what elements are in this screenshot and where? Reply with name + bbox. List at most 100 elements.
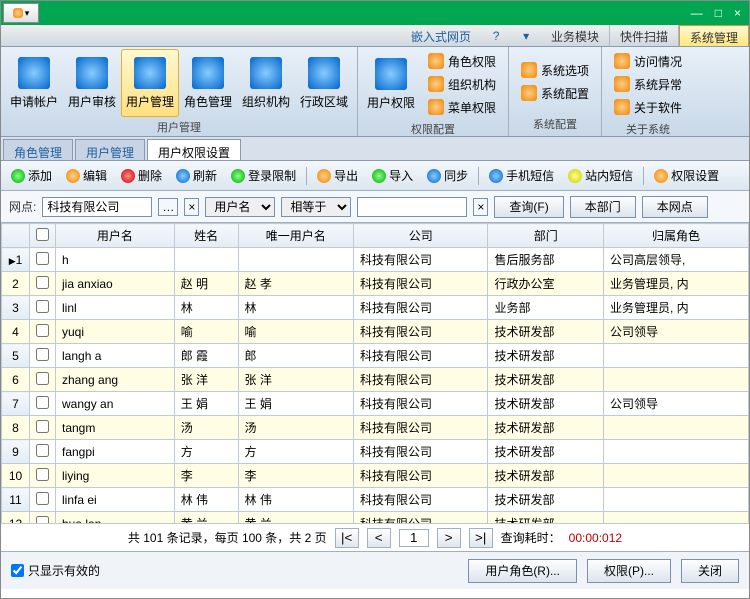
row-checkbox[interactable] (30, 464, 56, 488)
perm-set-button[interactable]: 权限设置 (650, 165, 723, 186)
cell-dept: 技术研发部 (488, 368, 603, 392)
table-row[interactable]: 1h科技有限公司售后服务部公司高层领导, (2, 248, 749, 272)
pager-last-button[interactable]: >| (469, 528, 493, 548)
row-checkbox[interactable] (30, 440, 56, 464)
site-msg-button[interactable]: 站内短信 (564, 165, 637, 186)
netpt-button[interactable]: 本网点 (642, 196, 708, 218)
row-checkbox[interactable] (30, 368, 56, 392)
table-row[interactable]: 4yuqi喻喻科技有限公司技术研发部公司领导 (2, 320, 749, 344)
row-checkbox[interactable] (30, 488, 56, 512)
op-select[interactable]: 相等于 (281, 197, 351, 217)
sys-error-button[interactable]: 系统异常 (610, 74, 686, 94)
role-manage-button[interactable]: 角色管理 (179, 49, 237, 117)
user-perm-button[interactable]: 用户权限 (362, 50, 420, 118)
cell-role: 公司领导 (603, 392, 748, 416)
import-button[interactable]: 导入 (368, 165, 417, 186)
table-row[interactable]: 7wangy an王 娟王 娟科技有限公司技术研发部公司领导 (2, 392, 749, 416)
org-perm-button[interactable]: 组织机构 (424, 74, 500, 94)
add-button[interactable]: 添加 (7, 165, 56, 186)
status-button[interactable]: 访问情况 (610, 51, 686, 71)
col-header-3[interactable]: 公司 (354, 224, 488, 248)
only-valid-checkbox[interactable]: 只显示有效的 (11, 562, 100, 579)
col-header-2[interactable]: 唯一用户名 (238, 224, 353, 248)
table-row[interactable]: 10liying李李科技有限公司技术研发部 (2, 464, 749, 488)
login-limit-button[interactable]: 登录限制 (227, 165, 300, 186)
edit-button[interactable]: 编辑 (62, 165, 111, 186)
row-checkbox[interactable] (30, 392, 56, 416)
row-checkbox[interactable] (30, 296, 56, 320)
dropdown-icon[interactable]: ▾ (523, 29, 529, 43)
user-role-button[interactable]: 用户角色(R)... (468, 559, 577, 583)
button-label: 角色权限 (448, 53, 496, 70)
sys-options-button[interactable]: 系统选项 (517, 60, 593, 80)
row-index: 1 (2, 248, 30, 272)
table-row[interactable]: 6zhang ang张 洋张 洋科技有限公司技术研发部 (2, 368, 749, 392)
sys-config-button[interactable]: 系统配置 (517, 83, 593, 103)
sms-button[interactable]: 手机短信 (485, 165, 558, 186)
sub-tab-0[interactable]: 角色管理 (3, 139, 73, 160)
row-checkbox[interactable] (30, 272, 56, 296)
minimize-icon[interactable]: — (691, 6, 703, 20)
admin-region-button[interactable]: 行政区域 (295, 49, 353, 117)
delete-button[interactable]: 删除 (117, 165, 166, 186)
col-header-5[interactable]: 归属角色 (603, 224, 748, 248)
dept-button[interactable]: 本部门 (570, 196, 636, 218)
app-menu-button[interactable]: ▾ (3, 3, 39, 23)
top-tab-1[interactable]: 快件扫描 (610, 25, 679, 46)
role-perm-icon (428, 53, 444, 69)
pager-page-input[interactable] (399, 529, 429, 547)
query-button[interactable]: 查询(F) (494, 196, 563, 218)
maximize-icon[interactable]: □ (715, 6, 722, 20)
col-header-0[interactable]: 用户名 (56, 224, 175, 248)
field-select[interactable]: 用户名 (205, 197, 275, 217)
search-clear-button[interactable]: × (473, 198, 488, 216)
role-perm-button[interactable]: 角色权限 (424, 51, 500, 71)
menu-perm-button[interactable]: 菜单权限 (424, 97, 500, 117)
user-audit-button[interactable]: 用户审核 (63, 49, 121, 117)
cell-dept: 技术研发部 (488, 320, 603, 344)
pager-next-button[interactable]: > (437, 528, 461, 548)
col-header-1[interactable]: 姓名 (174, 224, 238, 248)
col-header-4[interactable]: 部门 (488, 224, 603, 248)
top-tab-0[interactable]: 业务模块 (541, 25, 610, 46)
row-checkbox[interactable] (30, 248, 56, 272)
sub-tab-1[interactable]: 用户管理 (75, 139, 145, 160)
perm-button[interactable]: 权限(P)... (587, 559, 671, 583)
refresh-button[interactable]: 刷新 (172, 165, 221, 186)
apply-account-icon (18, 57, 50, 89)
net-input[interactable] (42, 197, 152, 217)
table-row[interactable]: 12hua lan黄 兰黄 兰科技有限公司技术研发部 (2, 512, 749, 524)
row-checkbox[interactable] (30, 320, 56, 344)
row-checkbox[interactable] (30, 344, 56, 368)
cell-company: 科技有限公司 (354, 296, 488, 320)
table-row[interactable]: 2jia anxiao赵 明赵 孝科技有限公司行政办公室业务管理员, 内 (2, 272, 749, 296)
col-checkbox[interactable] (30, 224, 56, 248)
help-icon[interactable]: ? (493, 29, 500, 43)
close-button[interactable]: 关闭 (681, 559, 739, 583)
embedded-web-tab[interactable]: 嵌入式网页 (401, 25, 481, 46)
org-struct-button[interactable]: 组织机构 (237, 49, 295, 117)
table-row[interactable]: 11linfa ei林 伟林 伟科技有限公司技术研发部 (2, 488, 749, 512)
row-checkbox[interactable] (30, 512, 56, 524)
button-label: 行政区域 (300, 93, 348, 110)
pager-first-button[interactable]: |< (335, 528, 359, 548)
net-lookup-button[interactable]: … (158, 198, 178, 216)
search-input[interactable] (357, 197, 467, 217)
pager-prev-button[interactable]: < (367, 528, 391, 548)
row-checkbox[interactable] (30, 416, 56, 440)
user-manage-button[interactable]: 用户管理 (121, 49, 179, 117)
export-button[interactable]: 导出 (313, 165, 362, 186)
apply-account-button[interactable]: 申请帐户 (5, 49, 63, 117)
table-row[interactable]: 8tangm汤汤科技有限公司技术研发部 (2, 416, 749, 440)
table-row[interactable]: 9fangpi方方科技有限公司技术研发部 (2, 440, 749, 464)
top-tab-2[interactable]: 系统管理 (679, 25, 749, 46)
net-clear-button[interactable]: × (184, 198, 199, 216)
about-button[interactable]: 关于软件 (610, 97, 686, 117)
ribbon-group-perm: 用户权限 角色权限组织机构菜单权限 权限配置 (358, 47, 509, 136)
data-grid[interactable]: 用户名姓名唯一用户名公司部门归属角色 1h科技有限公司售后服务部公司高层领导,2… (1, 223, 749, 523)
sub-tab-2[interactable]: 用户权限设置 (147, 139, 241, 160)
sync-button[interactable]: 同步 (423, 165, 472, 186)
table-row[interactable]: 5langh a郎 霞郎科技有限公司技术研发部 (2, 344, 749, 368)
table-row[interactable]: 3linl林林科技有限公司业务部业务管理员, 内 (2, 296, 749, 320)
close-icon[interactable]: × (734, 6, 741, 20)
